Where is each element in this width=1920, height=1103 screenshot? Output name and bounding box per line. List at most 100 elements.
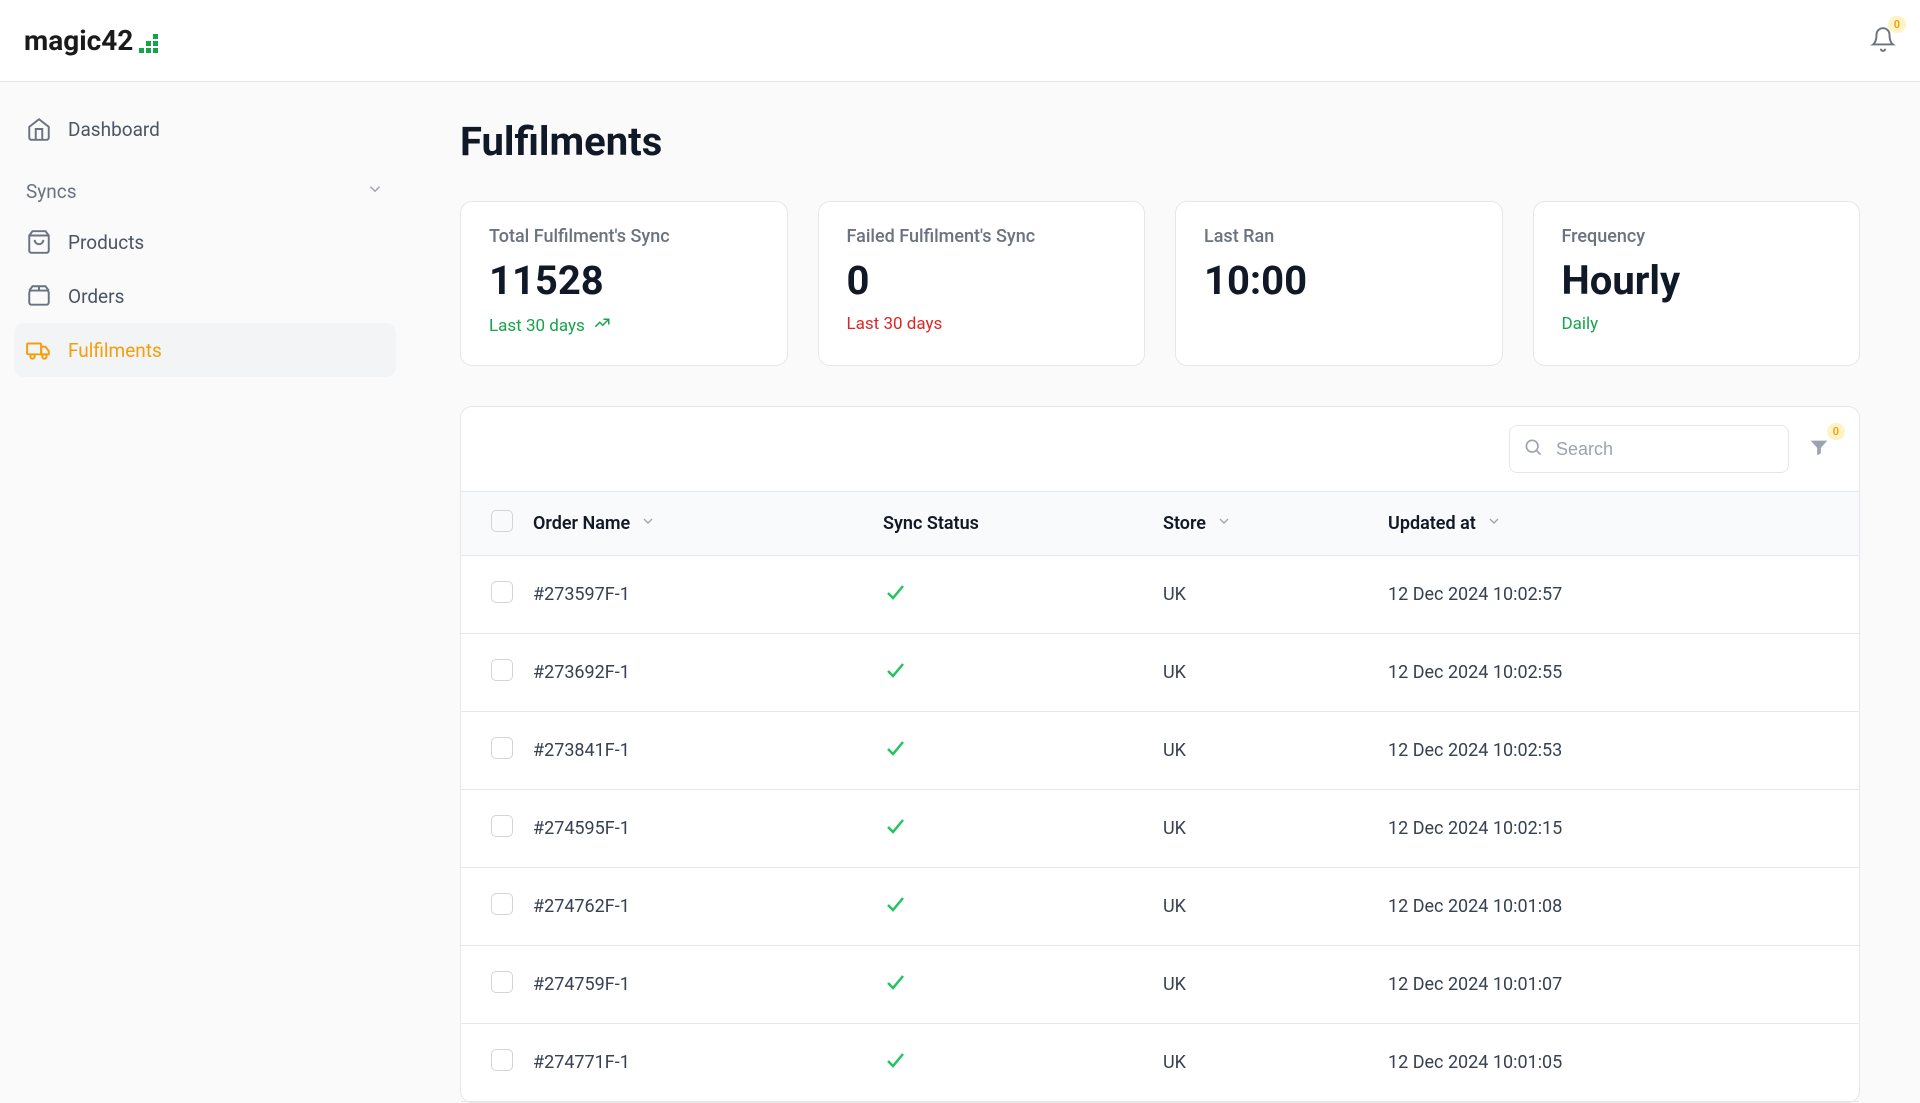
column-header-store[interactable]: Store — [1163, 513, 1206, 534]
chevron-down-icon — [1486, 513, 1502, 534]
row-checkbox[interactable] — [491, 737, 513, 759]
row-checkbox[interactable] — [491, 581, 513, 603]
trend-up-icon — [593, 314, 611, 337]
stat-label: Total Fulfilment's Sync — [489, 226, 759, 247]
cell-order: #274762F-1 — [533, 868, 883, 946]
sidebar-item-orders[interactable]: Orders — [14, 269, 396, 323]
table-row[interactable]: #274771F-1 UK12 Dec 2024 10:01:05 — [461, 1024, 1859, 1102]
sidebar-item-label: Dashboard — [68, 118, 160, 141]
table-row[interactable]: #273692F-1 UK12 Dec 2024 10:02:55 — [461, 634, 1859, 712]
table-row[interactable]: #274762F-1 UK12 Dec 2024 10:01:08 — [461, 868, 1859, 946]
main-content: Fulfilments Total Fulfilment's Sync 1152… — [410, 82, 1920, 1080]
table-row[interactable]: #274595F-1 UK12 Dec 2024 10:02:15 — [461, 790, 1859, 868]
stat-frequency: Frequency Hourly Daily — [1533, 201, 1861, 366]
sidebar-section-label: Syncs — [26, 180, 77, 203]
cell-order: #274595F-1 — [533, 790, 883, 868]
page-title: Fulfilments — [460, 118, 1860, 165]
brand-name: magic42 — [24, 24, 133, 57]
cell-order: #273597F-1 — [533, 556, 883, 634]
stat-label: Frequency — [1562, 226, 1832, 247]
stat-sub: Last 30 days — [489, 314, 759, 337]
cell-updated: 12 Dec 2024 10:02:55 — [1388, 634, 1859, 712]
sidebar-item-dashboard[interactable]: Dashboard — [14, 102, 396, 156]
cell-updated: 12 Dec 2024 10:01:08 — [1388, 868, 1859, 946]
cell-updated: 12 Dec 2024 10:01:05 — [1388, 1024, 1859, 1102]
stat-value: 0 — [847, 257, 1117, 304]
row-checkbox[interactable] — [491, 893, 513, 915]
stat-total-sync: Total Fulfilment's Sync 11528 Last 30 da… — [460, 201, 788, 366]
cell-order: #273841F-1 — [533, 712, 883, 790]
table-toolbar: 0 — [461, 407, 1859, 491]
sidebar-item-label: Fulfilments — [68, 339, 162, 362]
cell-updated: 12 Dec 2024 10:01:07 — [1388, 946, 1859, 1024]
stat-value: 11528 — [489, 257, 759, 304]
stat-label: Failed Fulfilment's Sync — [847, 226, 1117, 247]
check-icon — [883, 666, 907, 687]
data-table-card: 0 Order Name Sync Status — [460, 406, 1860, 1103]
check-icon — [883, 822, 907, 843]
sidebar-item-products[interactable]: Products — [14, 215, 396, 269]
cell-store: UK — [1163, 556, 1388, 634]
row-checkbox[interactable] — [491, 971, 513, 993]
chevron-down-icon — [1216, 513, 1232, 534]
notification-button[interactable]: 0 — [1870, 26, 1896, 56]
cell-store: UK — [1163, 634, 1388, 712]
filter-icon — [1808, 436, 1830, 462]
sidebar-item-label: Orders — [68, 285, 124, 308]
stat-value: 10:00 — [1204, 257, 1474, 304]
bag-icon — [26, 229, 52, 255]
stat-failed-sync: Failed Fulfilment's Sync 0 Last 30 days — [818, 201, 1146, 366]
row-checkbox[interactable] — [491, 1049, 513, 1071]
check-icon — [883, 588, 907, 609]
cell-order: #274771F-1 — [533, 1024, 883, 1102]
home-icon — [26, 116, 52, 142]
check-icon — [883, 744, 907, 765]
column-header-order[interactable]: Order Name — [533, 513, 630, 534]
stat-last-ran: Last Ran 10:00 — [1175, 201, 1503, 366]
cell-updated: 12 Dec 2024 10:02:53 — [1388, 712, 1859, 790]
stat-value: Hourly — [1562, 257, 1832, 304]
check-icon — [883, 900, 907, 921]
select-all-checkbox[interactable] — [491, 510, 513, 532]
sidebar: Dashboard Syncs Products Orders Fulfilme — [0, 82, 410, 1080]
fulfilments-table: Order Name Sync Status Store — [461, 491, 1859, 1102]
sidebar-item-label: Products — [68, 231, 144, 254]
chevron-down-icon — [366, 180, 384, 203]
brand-logo-icon — [139, 30, 161, 52]
truck-icon — [26, 337, 52, 363]
sidebar-section-syncs[interactable]: Syncs — [14, 156, 396, 215]
stat-label: Last Ran — [1204, 226, 1474, 247]
stats-row: Total Fulfilment's Sync 11528 Last 30 da… — [460, 201, 1860, 366]
row-checkbox[interactable] — [491, 815, 513, 837]
cell-store: UK — [1163, 868, 1388, 946]
row-checkbox[interactable] — [491, 659, 513, 681]
cell-order: #274759F-1 — [533, 946, 883, 1024]
filter-count: 0 — [1827, 423, 1845, 440]
cell-order: #273692F-1 — [533, 634, 883, 712]
brand-logo[interactable]: magic42 — [24, 24, 161, 57]
notification-count: 0 — [1888, 16, 1906, 33]
search-icon — [1523, 437, 1543, 461]
table-row[interactable]: #274759F-1 UK12 Dec 2024 10:01:07 — [461, 946, 1859, 1024]
check-icon — [883, 1056, 907, 1077]
cell-store: UK — [1163, 1024, 1388, 1102]
bell-icon — [1870, 37, 1896, 56]
sidebar-item-fulfilments[interactable]: Fulfilments — [14, 323, 396, 377]
table-row[interactable]: #273841F-1 UK12 Dec 2024 10:02:53 — [461, 712, 1859, 790]
filter-button[interactable]: 0 — [1803, 433, 1835, 465]
cell-store: UK — [1163, 946, 1388, 1024]
check-icon — [883, 978, 907, 999]
cell-store: UK — [1163, 712, 1388, 790]
stat-sub: Daily — [1562, 314, 1832, 334]
app-header: magic42 0 — [0, 0, 1920, 82]
cell-store: UK — [1163, 790, 1388, 868]
chevron-down-icon — [640, 513, 656, 534]
cell-updated: 12 Dec 2024 10:02:15 — [1388, 790, 1859, 868]
box-icon — [26, 283, 52, 309]
stat-sub: Last 30 days — [847, 314, 1117, 334]
column-header-updated[interactable]: Updated at — [1388, 513, 1476, 534]
table-row[interactable]: #273597F-1 UK12 Dec 2024 10:02:57 — [461, 556, 1859, 634]
column-header-status: Sync Status — [883, 513, 979, 534]
search-input[interactable] — [1509, 425, 1789, 473]
cell-updated: 12 Dec 2024 10:02:57 — [1388, 556, 1859, 634]
